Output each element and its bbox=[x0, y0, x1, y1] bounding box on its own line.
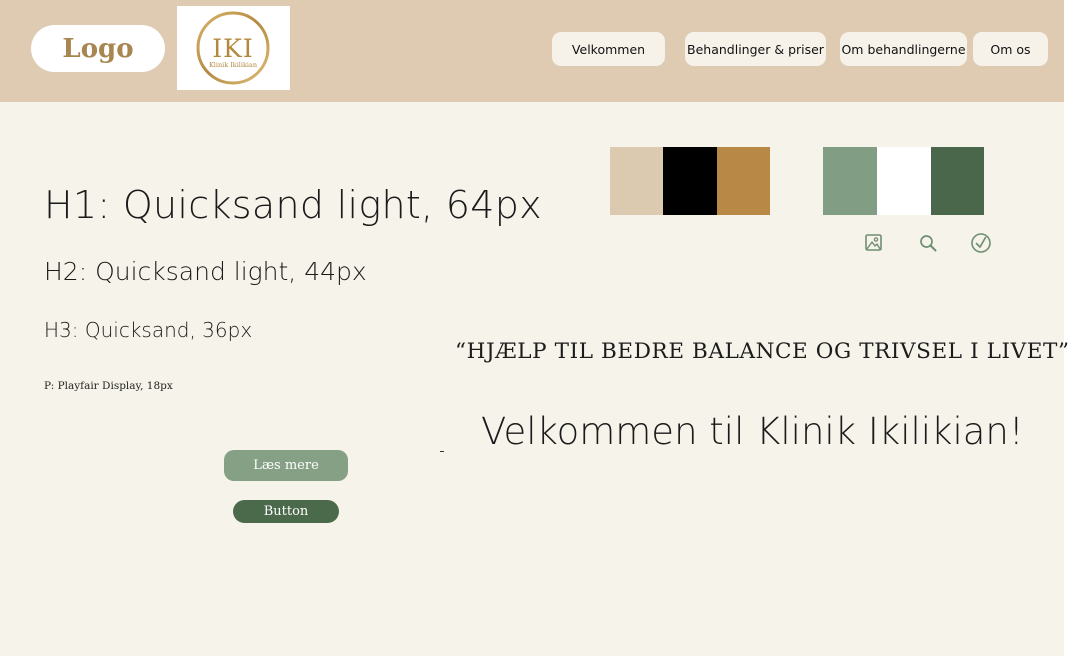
swatch-gold bbox=[717, 147, 770, 215]
tagline-quote: “HJÆLP TIL BEDRE BALANCE OG TRIVSEL I LI… bbox=[455, 339, 1068, 364]
h1-sample: H1: Quicksand light, 64px bbox=[44, 183, 542, 227]
nav-behandlinger-priser[interactable]: Behandlinger & priser bbox=[685, 32, 826, 66]
logo-placeholder[interactable]: Logo bbox=[31, 25, 165, 72]
emblem-graphic: IKI Klinik Ikilikian bbox=[196, 11, 270, 85]
stray-dash bbox=[440, 451, 444, 452]
emblem-name: Klinik Ikilikian bbox=[209, 61, 257, 69]
generic-button[interactable]: Button bbox=[233, 500, 339, 523]
paragraph-sample: P: Playfair Display, 18px bbox=[44, 380, 173, 392]
nav-om-behandlingerne[interactable]: Om behandlingerne bbox=[840, 32, 967, 66]
swatch-sage bbox=[823, 147, 877, 215]
swatch-white bbox=[877, 147, 931, 215]
swatch-black bbox=[663, 147, 717, 215]
header-bar: Logo IKI Klinik Ikilikian Velkommen Beha… bbox=[0, 0, 1064, 102]
swatch-beige bbox=[610, 147, 663, 215]
nav-velkommen[interactable]: Velkommen bbox=[552, 32, 665, 66]
right-edge-strip bbox=[1064, 0, 1068, 656]
welcome-heading: Velkommen til Klinik Ikilikian! bbox=[481, 410, 1024, 453]
h2-sample: H2: Quicksand light, 44px bbox=[44, 257, 367, 286]
clinic-emblem-logo[interactable]: IKI Klinik Ikilikian bbox=[177, 6, 290, 90]
h3-sample: H3: Quicksand, 36px bbox=[44, 318, 253, 342]
emblem-monogram: IKI bbox=[212, 34, 253, 63]
image-icon[interactable] bbox=[862, 231, 886, 255]
search-icon[interactable] bbox=[916, 231, 940, 255]
nav-om-os[interactable]: Om os bbox=[973, 32, 1048, 66]
swatch-forest bbox=[931, 147, 984, 215]
read-more-button[interactable]: Læs mere bbox=[224, 450, 348, 481]
check-circle-icon[interactable] bbox=[969, 231, 993, 255]
